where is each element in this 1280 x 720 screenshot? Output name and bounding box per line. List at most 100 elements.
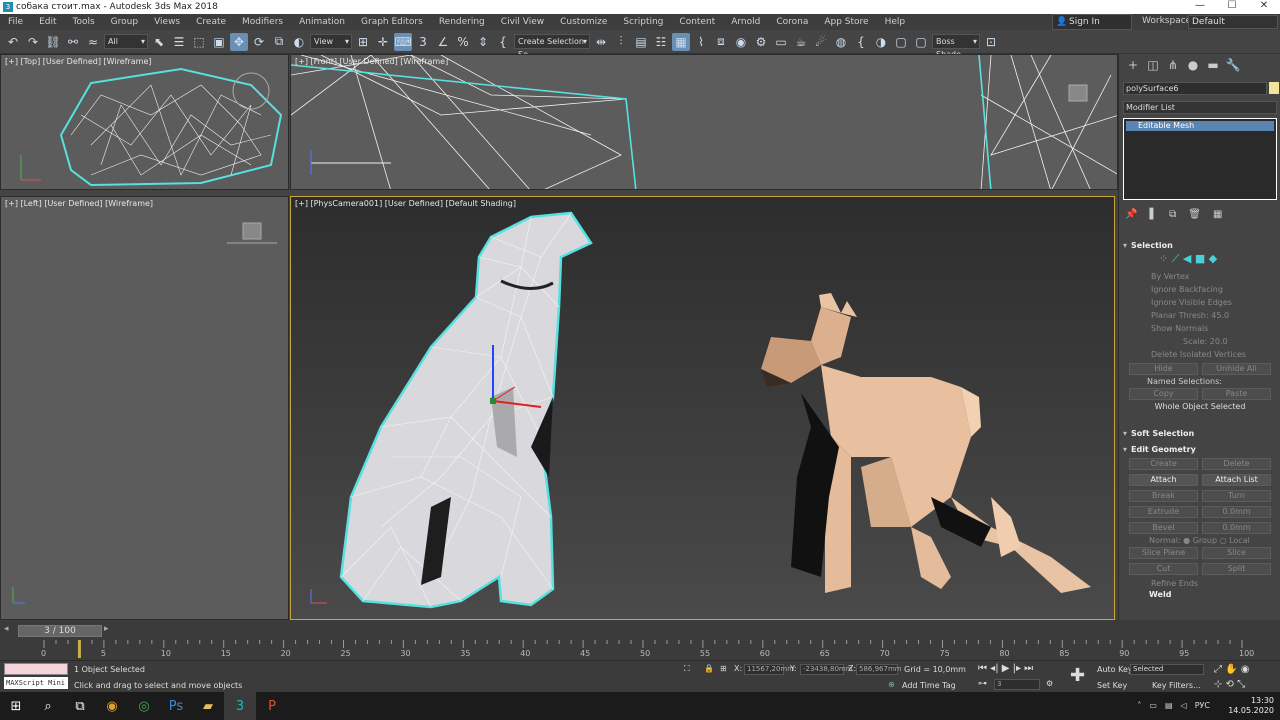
undo-icon[interactable]: ↶	[4, 33, 22, 51]
stack-item-editable-mesh[interactable]: Editable Mesh	[1126, 121, 1274, 131]
viewport-perspective[interactable]: [+] [PhysCamera001] [User Defined] [Defa…	[290, 196, 1115, 620]
remove-modifier-icon[interactable]: 🗑	[1188, 209, 1201, 220]
keyboard-shortcut-icon[interactable]: ⌨	[394, 32, 412, 51]
angle-snap-icon[interactable]: ∠	[434, 33, 452, 51]
hide-button[interactable]: Hide	[1129, 363, 1198, 375]
menu-views[interactable]: Views	[146, 17, 188, 27]
scale-spinner[interactable]: Scale: 20.0	[1123, 335, 1277, 348]
named-selection-dropdown[interactable]: Create Selection Se	[514, 34, 590, 59]
menu-animation[interactable]: Animation	[291, 17, 353, 27]
tray-volume-icon[interactable]: ◁	[1181, 701, 1187, 710]
3dsmax-taskbar-icon[interactable]: 3	[224, 692, 256, 720]
redo-icon[interactable]: ↷	[24, 33, 42, 51]
viewport-nav-icons[interactable]: ⤢ ✋ ◉	[1214, 664, 1250, 675]
task-view-icon[interactable]: ⧉	[64, 692, 96, 720]
tray-battery-icon[interactable]: ▭	[1149, 701, 1157, 710]
viewport-persp-label[interactable]: [+] [PhysCamera001] [User Defined] [Defa…	[295, 199, 516, 208]
menu-corona[interactable]: Corona	[768, 17, 816, 27]
pivot-icon[interactable]: ⊞	[354, 33, 372, 51]
scale-icon[interactable]: ⧉	[270, 33, 288, 51]
refine-ends-checkbox[interactable]: Refine Ends	[1123, 577, 1277, 590]
time-slider[interactable]: 3 / 100	[18, 625, 102, 637]
z-coord-field[interactable]: 586,967mm	[856, 664, 902, 675]
reference-coord-dropdown[interactable]: View	[310, 34, 352, 49]
unlink-icon[interactable]: ⚯	[64, 33, 82, 51]
display-tab-icon[interactable]: ▬	[1205, 58, 1221, 74]
tray-arrow-icon[interactable]: ˄	[1137, 701, 1141, 710]
render-last-icon[interactable]: ⊡	[982, 33, 1000, 51]
menu-file[interactable]: File	[0, 17, 31, 27]
rect-selection-icon[interactable]: ⬚	[190, 33, 208, 51]
make-unique-icon[interactable]: ⧉	[1169, 209, 1176, 220]
x-coord-field[interactable]: 11567,20mm	[744, 664, 794, 675]
percent-snap-icon[interactable]: %	[454, 33, 472, 51]
menu-graph-editors[interactable]: Graph Editors	[353, 17, 431, 27]
create-tab-icon[interactable]: +	[1125, 58, 1141, 74]
lock-selection-icon[interactable]: 🔒	[704, 664, 714, 673]
viewport-top-label[interactable]: [+] [Top] [User Defined] [Wireframe]	[5, 57, 151, 66]
align-icon[interactable]: ⫶	[612, 33, 630, 51]
render-setup-icon[interactable]: ⚙	[752, 33, 770, 51]
windows-start-icon[interactable]: ⊞	[0, 692, 32, 720]
minimize-button[interactable]: —	[1184, 0, 1216, 11]
menu-modifiers[interactable]: Modifiers	[234, 17, 291, 27]
delete-button[interactable]: Delete	[1202, 458, 1271, 470]
chrome-icon[interactable]: ◉	[96, 692, 128, 720]
extrude-spinner[interactable]: 0.0mm	[1202, 506, 1271, 518]
current-frame-field[interactable]: 3	[994, 679, 1040, 690]
normal-radio[interactable]: Normal: ● Group ○ Local	[1123, 536, 1277, 545]
delete-isolated-checkbox[interactable]: Delete Isolated Vertices	[1123, 348, 1277, 361]
edit-geometry-header[interactable]: Edit Geometry	[1123, 444, 1277, 456]
viewport-top[interactable]: [+] [Top] [User Defined] [Wireframe]	[0, 54, 289, 190]
attach-list-button[interactable]: Attach List	[1202, 474, 1271, 486]
planar-thresh-spinner[interactable]: Planar Thresh: 45.0	[1123, 309, 1277, 322]
menu-edit[interactable]: Edit	[31, 17, 64, 27]
auto-key-button[interactable]: Auto Key	[1097, 665, 1133, 674]
gray-swatch-1-icon[interactable]: ▢	[892, 33, 910, 51]
selection-filter-dropdown[interactable]: All	[104, 34, 148, 49]
cut-button[interactable]: Cut	[1129, 563, 1198, 575]
menu-app-store[interactable]: App Store	[816, 17, 876, 27]
isolate-selection-icon[interactable]: ⛶	[684, 664, 690, 674]
place-icon[interactable]: ◐	[290, 33, 308, 51]
render-iterative-icon[interactable]: ☄	[812, 33, 830, 51]
viewport-nav-icons-2[interactable]: ⊹ ⟲ ⤡	[1214, 679, 1245, 690]
slice-plane-button[interactable]: Slice Plane	[1129, 547, 1198, 559]
break-button[interactable]: Break	[1129, 490, 1198, 502]
boss-shade-dropdown[interactable]: Boss Shade	[932, 34, 980, 59]
selection-rollout-header[interactable]: Selection	[1123, 240, 1277, 252]
object-name-field[interactable]: polySurface6	[1123, 82, 1267, 95]
brace-icon[interactable]: {	[852, 33, 870, 51]
select-by-name-icon[interactable]: ☰	[170, 33, 188, 51]
y-coord-field[interactable]: -23438,80mm	[800, 664, 853, 675]
menu-content[interactable]: Content	[671, 17, 723, 27]
unhide-all-button[interactable]: Unhide All	[1202, 363, 1271, 375]
bevel-spinner[interactable]: 0.0mm	[1202, 522, 1271, 534]
time-next-icon[interactable]: ▸	[104, 624, 109, 634]
modifier-list-dropdown[interactable]: Modifier List	[1123, 101, 1277, 114]
maxscript-mini-field[interactable]: MAXScript Mini	[4, 677, 68, 689]
create-button[interactable]: Create	[1129, 458, 1198, 470]
select-object-icon[interactable]: ⬉	[150, 33, 168, 51]
configure-sets-icon[interactable]: ▦	[1213, 209, 1222, 220]
menu-rendering[interactable]: Rendering	[431, 17, 493, 27]
powerpoint-icon[interactable]: P	[256, 692, 288, 720]
snaps-toggle-icon[interactable]: 3	[414, 33, 432, 51]
maxscript-listener[interactable]	[4, 663, 68, 675]
show-end-result-icon[interactable]: ▌	[1149, 209, 1157, 220]
corona-render-icon[interactable]: ◍	[832, 33, 850, 51]
set-key-button[interactable]: Set Key	[1097, 681, 1127, 690]
subobject-icons[interactable]: ⁘ ⟋ ◀ ■ ◆	[1123, 252, 1277, 270]
material-editor-icon[interactable]: ◉	[732, 33, 750, 51]
photoshop-icon[interactable]: Ps	[160, 692, 192, 720]
ignore-visible-edges-checkbox[interactable]: Ignore Visible Edges	[1123, 296, 1277, 309]
manipulate-icon[interactable]: ✛	[374, 33, 392, 51]
bevel-button[interactable]: Bevel	[1129, 522, 1198, 534]
set-key-icon[interactable]: ✚	[1070, 665, 1085, 686]
menu-create[interactable]: Create	[188, 17, 234, 27]
window-crossing-icon[interactable]: ▣	[210, 33, 228, 51]
menu-civil-view[interactable]: Civil View	[493, 17, 552, 27]
track-bar[interactable]: 0 5 10 15 20 25 30 35 40 45 50 55 60 65 70 75 80 85 90 95 10…	[0, 640, 1280, 658]
sign-in-button[interactable]: 👤 Sign In	[1052, 14, 1132, 30]
ribbon-icon[interactable]: ▦	[672, 32, 690, 51]
